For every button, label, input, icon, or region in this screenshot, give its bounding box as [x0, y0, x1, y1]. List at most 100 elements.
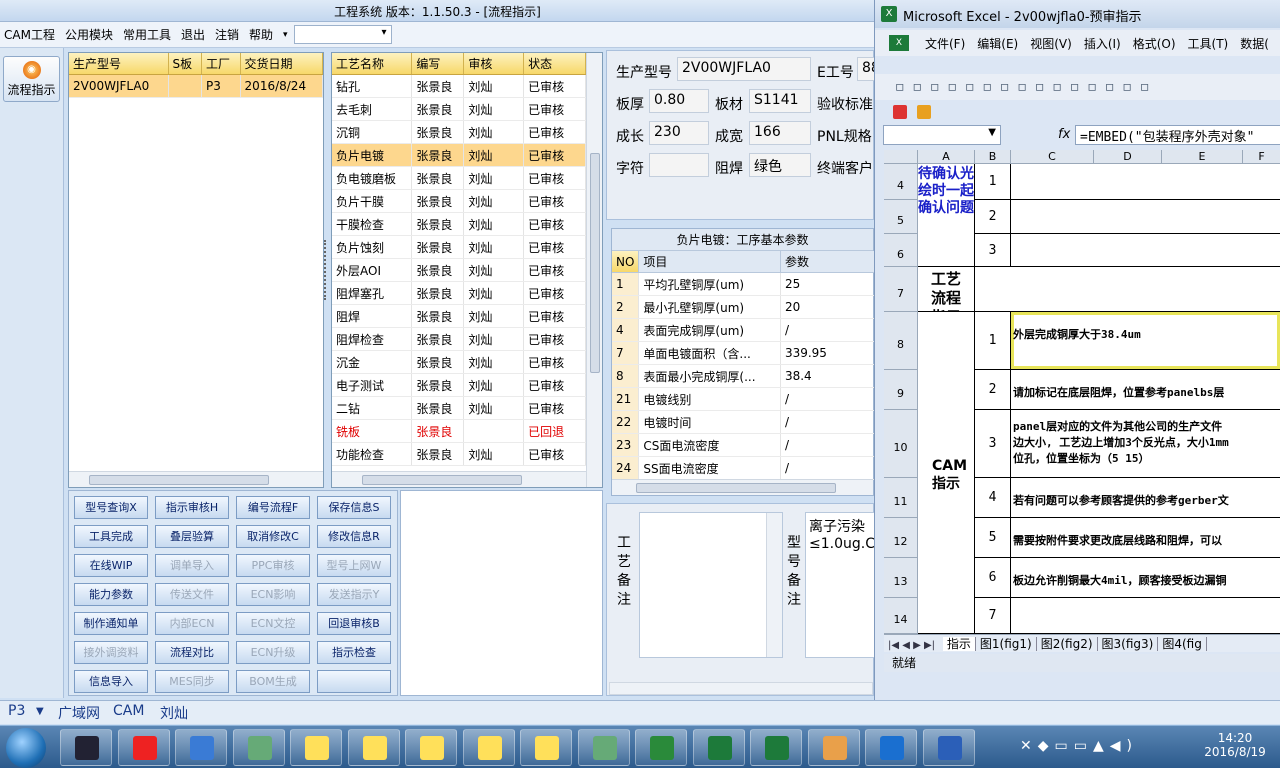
sheet-nav-arrows[interactable]: |◀ ◀ ▶ ▶| — [888, 640, 935, 651]
item-text-cell[interactable]: 板边允许削铜最大4mil，顾客接受板边漏铜 — [1011, 558, 1280, 598]
item-number-cell[interactable]: 6 — [975, 558, 1011, 598]
sheet-tab[interactable]: 图4(fig — [1158, 637, 1207, 651]
orders-column-header[interactable]: 交货日期 — [240, 53, 324, 75]
length-field[interactable]: 230 — [649, 121, 709, 145]
process-row[interactable]: 阻焊检查 张景良 刘灿 已审核 — [332, 327, 586, 351]
taskbar-app-button[interactable] — [117, 729, 170, 766]
process-row[interactable]: 去毛刺 张景良 刘灿 已审核 — [332, 97, 586, 121]
process-column-header[interactable]: 工艺名称 — [332, 53, 413, 75]
action-button[interactable]: 取消修改C — [236, 525, 310, 548]
item-number-cell[interactable]: 3 — [975, 410, 1011, 478]
flow-instruction-button[interactable]: ◉ 流程指示 — [3, 56, 60, 102]
process-row[interactable]: 电子测试 张景良 刘灿 已审核 — [332, 373, 586, 397]
flow-merged-cell[interactable] — [975, 267, 1280, 312]
excel-menu-item[interactable]: 格式(O) — [1133, 35, 1176, 52]
taskbar-app-button[interactable] — [290, 729, 342, 766]
tray-icons[interactable]: ✕◆▭▭▲◀) — [1020, 738, 1138, 754]
menu-combo[interactable] — [293, 25, 392, 44]
taskbar-app-button[interactable] — [807, 729, 860, 766]
item-text-cell[interactable]: 请加标记在底层阻焊，位置参考panelbs层 — [1011, 370, 1280, 410]
process-row[interactable]: 沉铜 张景良 刘灿 已审核 — [332, 120, 586, 144]
taskbar-app-button[interactable] — [922, 729, 975, 766]
taskbar-app-button[interactable] — [347, 729, 400, 766]
sheet-tab[interactable]: 指示 — [942, 637, 976, 651]
action-button[interactable]: 回退审核B — [317, 612, 391, 635]
item-number-cell[interactable]: 1 — [975, 312, 1011, 370]
item-text-cell[interactable]: panel层对应的文件为其他公司的生产文件 边大小, 工艺边上增加3个反光点，大小… — [1011, 410, 1280, 478]
action-button[interactable]: 信息导入 — [74, 670, 148, 693]
name-box[interactable]: ▼ — [883, 125, 1001, 145]
action-button[interactable]: 传送文件 — [155, 583, 229, 606]
action-button[interactable]: MES同步 — [155, 670, 229, 693]
taskbar-app-button[interactable] — [865, 729, 917, 766]
process-hscroll[interactable] — [332, 471, 586, 487]
taskbar-app-button[interactable] — [462, 729, 515, 766]
process-column-header[interactable]: 状态 — [523, 53, 586, 75]
excel-menu-item[interactable]: 文件(F) — [925, 35, 965, 52]
item-number-cell[interactable]: 4 — [975, 478, 1011, 518]
action-button[interactable]: 调单导入 — [155, 554, 229, 577]
model-field[interactable]: 2V00WJFLA0 — [677, 57, 811, 81]
action-button[interactable]: 编号流程F — [236, 496, 310, 519]
action-button[interactable]: ECN影响 — [236, 583, 310, 606]
menu-item[interactable]: 帮助 — [249, 26, 273, 43]
action-button[interactable]: 修改信息R — [317, 525, 391, 548]
tray-clock[interactable]: 14:20 2016/8/19 — [1195, 731, 1275, 759]
orders-row[interactable]: 2V00WJFLA0 P3 2016/8/24 — [69, 74, 324, 98]
sheet-tab[interactable]: 图3(fig3) — [1097, 637, 1159, 651]
orders-column-header[interactable]: 工厂 — [201, 53, 241, 75]
action-button[interactable]: ECN升级 — [236, 641, 310, 664]
param-row[interactable]: 2 最小孔壁铜厚(um) 20 — [612, 295, 876, 319]
sheet-tab[interactable]: 图2(fig2) — [1036, 637, 1098, 651]
process-row[interactable]: 功能检查 张景良 刘灿 已审核 — [332, 442, 586, 466]
confirm-cell[interactable]: 待确认光绘时一起确认问题 — [918, 164, 975, 267]
function-icon[interactable]: fx — [1058, 127, 1070, 142]
param-row[interactable]: 21 电镀线别 / — [612, 387, 876, 411]
process-vscroll[interactable] — [586, 53, 602, 487]
taskbar-app-button[interactable] — [60, 729, 112, 766]
excel-menu-item[interactable]: 数据( — [1240, 35, 1269, 52]
item-text-cell[interactable] — [1011, 164, 1280, 200]
toolbar-icons[interactable]: ▫▫▫▫▫▫▫▫▫▫▫▫▫▫▫ — [895, 79, 1157, 95]
item-number-cell[interactable]: 1 — [975, 164, 1011, 200]
width-field[interactable]: 166 — [749, 121, 811, 145]
sheet-tab[interactable]: 图1(fig1) — [975, 637, 1037, 651]
taskbar-app-button[interactable] — [175, 729, 227, 766]
param-column-header[interactable]: NO — [612, 251, 640, 273]
menu-item[interactable]: 常用工具 — [123, 26, 171, 43]
column-header[interactable]: C — [1011, 150, 1094, 164]
item-number-cell[interactable]: 2 — [975, 200, 1011, 234]
param-row[interactable]: 8 表面最小完成铜厚(... 38.4 — [612, 364, 876, 388]
process-row[interactable]: 干膜检查 张景良 刘灿 已审核 — [332, 212, 586, 236]
param-hscroll[interactable] — [612, 479, 873, 495]
menu-item[interactable]: 注销 — [215, 26, 239, 43]
action-button[interactable] — [317, 670, 391, 693]
action-button[interactable]: ECN文控 — [236, 612, 310, 635]
char-field[interactable] — [649, 153, 709, 177]
process-row[interactable]: 阻焊 张景良 刘灿 已审核 — [332, 304, 586, 328]
mask-field[interactable]: 绿色 — [749, 153, 811, 177]
factory-dropdown-icon[interactable]: ▼ — [36, 706, 44, 717]
column-header[interactable]: D — [1094, 150, 1162, 164]
param-row[interactable]: 1 平均孔壁铜厚(um) 25 — [612, 272, 876, 296]
row-header[interactable]: 10 — [884, 410, 918, 478]
orders-column-header[interactable]: 生产型号 — [69, 53, 169, 75]
process-row[interactable]: 负电镀磨板 张景良 刘灿 已审核 — [332, 166, 586, 190]
row-header[interactable]: 7 — [884, 267, 918, 312]
action-button[interactable]: 能力参数 — [74, 583, 148, 606]
action-button[interactable]: 指示审核H — [155, 496, 229, 519]
item-number-cell[interactable]: 7 — [975, 598, 1011, 634]
taskbar-app-button[interactable] — [405, 729, 457, 766]
row-header[interactable]: 8 — [884, 312, 918, 370]
taskbar-app-button[interactable] — [635, 729, 687, 766]
param-row[interactable]: 4 表面完成铜厚(um) / — [612, 318, 876, 342]
item-number-cell[interactable]: 5 — [975, 518, 1011, 558]
model-note-text[interactable]: 离子污染 ≤1.0ug.Ca — [805, 512, 875, 658]
action-button[interactable]: 工具完成 — [74, 525, 148, 548]
param-row[interactable]: 7 单面电镀面积（含... 339.95 — [612, 341, 876, 365]
flow-cell[interactable]: 工艺流程指示 — [918, 267, 975, 312]
menu-item[interactable]: 退出 — [181, 26, 205, 43]
action-button[interactable]: 指示检查 — [317, 641, 391, 664]
excel-menu-item[interactable]: 工具(T) — [1188, 35, 1229, 52]
action-button[interactable]: 在线WIP — [74, 554, 148, 577]
